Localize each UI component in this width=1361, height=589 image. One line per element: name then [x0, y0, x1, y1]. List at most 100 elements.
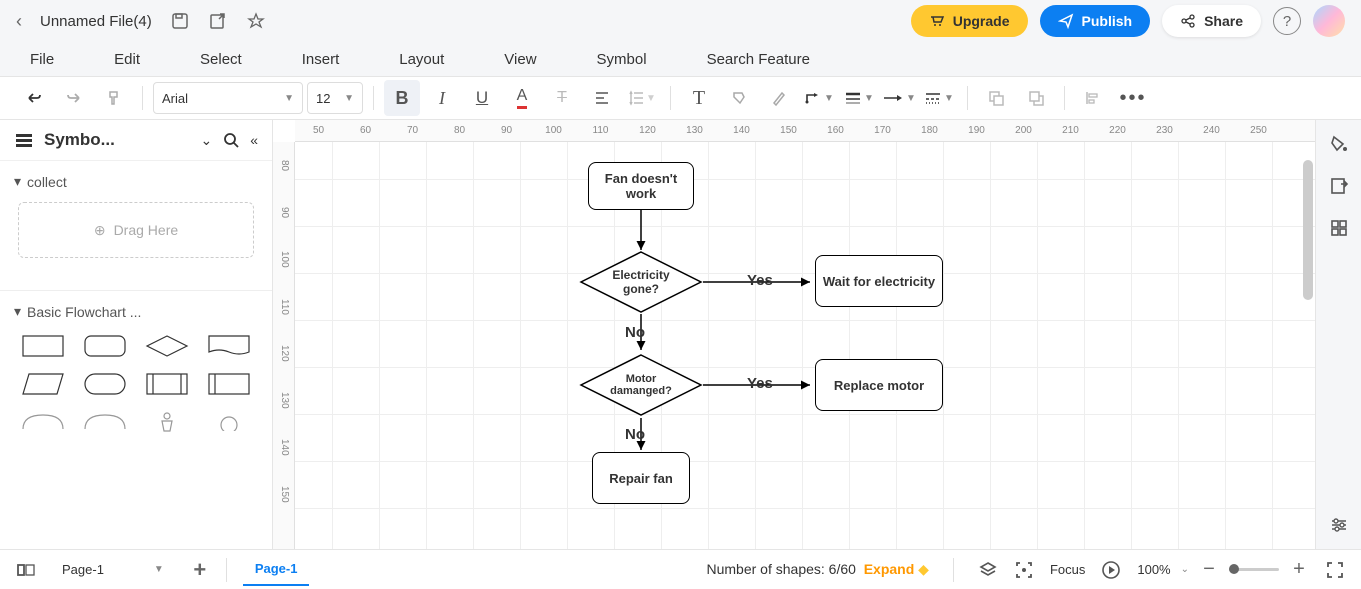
page-tab-active[interactable]: Page-1 [243, 553, 310, 586]
flowchart-decision-1[interactable]: Electricity gone? [595, 251, 687, 313]
shape-diamond[interactable] [142, 332, 192, 360]
fill-panel-icon[interactable] [1329, 134, 1349, 154]
canvas[interactable]: Fan doesn't work Electricity gone? Yes N… [295, 142, 1315, 549]
avatar[interactable] [1313, 5, 1345, 37]
underline-button[interactable]: U [464, 80, 500, 116]
italic-button[interactable]: I [424, 80, 460, 116]
flowchart-decision-2[interactable]: Motor damanged? [595, 354, 687, 416]
expand-link[interactable]: Expand [864, 561, 915, 577]
share-button[interactable]: Share [1162, 5, 1261, 37]
collect-section-toggle[interactable]: ▾collect [14, 173, 258, 190]
send-back-button[interactable] [978, 80, 1014, 116]
more-button[interactable]: ••• [1115, 80, 1151, 116]
zoom-out-button[interactable]: − [1199, 560, 1219, 580]
flowchart-section-toggle[interactable]: ▾Basic Flowchart ... [14, 303, 258, 320]
strikethrough-button[interactable]: T [544, 80, 580, 116]
label-yes-1: Yes [747, 272, 773, 289]
redo-button[interactable] [56, 80, 92, 116]
zoom-value[interactable]: 100% [1137, 562, 1170, 577]
menu-edit[interactable]: Edit [114, 51, 140, 68]
settings-panel-icon[interactable] [1329, 515, 1349, 535]
upgrade-button[interactable]: Upgrade [911, 5, 1028, 37]
focus-label[interactable]: Focus [1050, 562, 1085, 577]
chevron-down-icon: ▼ [944, 93, 954, 104]
collapse-icon[interactable]: « [250, 132, 258, 148]
shape-manual[interactable] [142, 408, 192, 436]
line-style-button[interactable]: ▼ [841, 80, 877, 116]
file-title[interactable]: Unnamed File(4) [40, 13, 152, 30]
flowchart-action-2[interactable]: Replace motor [815, 359, 943, 411]
menu-insert[interactable]: Insert [302, 51, 340, 68]
shape-ellipse-half2[interactable] [80, 408, 130, 436]
menu-select[interactable]: Select [200, 51, 242, 68]
drag-here-zone[interactable]: ⊕Drag Here [18, 202, 254, 258]
chevron-down-icon: ▼ [344, 93, 354, 104]
grid-panel-icon[interactable] [1329, 218, 1349, 238]
help-icon[interactable]: ? [1273, 7, 1301, 35]
font-select[interactable]: Arial▼ [153, 82, 303, 114]
menu-layout[interactable]: Layout [399, 51, 444, 68]
separator [142, 86, 143, 110]
bold-button[interactable]: B [384, 80, 420, 116]
menu-file[interactable]: File [30, 51, 54, 68]
menu-search-feature[interactable]: Search Feature [707, 51, 810, 68]
align-button[interactable] [584, 80, 620, 116]
shape-document[interactable] [204, 332, 254, 360]
shape-rectangle[interactable] [18, 332, 68, 360]
shape-storage[interactable] [204, 370, 254, 398]
sidebar-header: Symbo... ⌄ « [0, 120, 272, 161]
add-page-button[interactable]: + [190, 560, 210, 580]
line-pattern-button[interactable]: ▼ [921, 80, 957, 116]
double-chevron-down-icon[interactable]: ⌄ [200, 132, 212, 149]
connector-style-button[interactable]: ▼ [801, 80, 837, 116]
undo-button[interactable] [16, 80, 52, 116]
chevron-down-icon[interactable]: ⌄ [1181, 564, 1189, 575]
publish-button[interactable]: Publish [1040, 5, 1151, 37]
play-icon[interactable] [1101, 560, 1121, 580]
text-tool-button[interactable]: T [681, 80, 717, 116]
shape-ellipse-half[interactable] [18, 408, 68, 436]
arrow-style-button[interactable]: ▼ [881, 80, 917, 116]
font-size-select[interactable]: 12▼ [307, 82, 363, 114]
shape-predefined[interactable] [142, 370, 192, 398]
page-list-icon[interactable] [16, 560, 36, 580]
library-icon [14, 130, 34, 150]
shape-connector[interactable] [204, 408, 254, 436]
vertical-scrollbar[interactable] [1303, 160, 1313, 300]
flowchart-end[interactable]: Repair fan [592, 452, 690, 504]
star-icon[interactable] [246, 11, 266, 31]
fullscreen-icon[interactable] [1325, 560, 1345, 580]
flowchart-start[interactable]: Fan doesn't work [588, 162, 694, 210]
zoom-in-button[interactable]: + [1289, 560, 1309, 580]
ruler-tick: 250 [1235, 120, 1282, 141]
menu-symbol[interactable]: Symbol [597, 51, 647, 68]
font-color-button[interactable]: A [504, 80, 540, 116]
zoom-slider[interactable] [1229, 568, 1279, 571]
layers-icon[interactable] [978, 560, 998, 580]
line-spacing-button[interactable]: ▼ [624, 80, 660, 116]
bring-front-button[interactable] [1018, 80, 1054, 116]
shape-parallelogram[interactable] [18, 370, 68, 398]
shape-rounded-rect[interactable] [80, 332, 130, 360]
align-objects-button[interactable] [1075, 80, 1111, 116]
fill-color-button[interactable] [721, 80, 757, 116]
separator [226, 558, 227, 582]
font-value: Arial [162, 91, 188, 106]
line-color-button[interactable] [761, 80, 797, 116]
shape-terminator[interactable] [80, 370, 130, 398]
export-icon[interactable] [208, 11, 228, 31]
back-button[interactable]: ‹ [16, 11, 22, 32]
format-painter-button[interactable] [96, 80, 132, 116]
menu-view[interactable]: View [504, 51, 536, 68]
flowchart-action-1[interactable]: Wait for electricity [815, 255, 943, 307]
search-icon[interactable] [222, 131, 240, 149]
save-icon[interactable] [170, 11, 190, 31]
focus-target-icon[interactable] [1014, 560, 1034, 580]
label-no-2: No [625, 426, 645, 443]
ruler-tick: 60 [342, 120, 389, 141]
page-select[interactable]: Page-1▼ [52, 558, 174, 581]
flowchart-section: ▾Basic Flowchart ... [0, 290, 272, 448]
ruler-tick: 200 [1000, 120, 1047, 141]
chevron-down-icon: ▼ [864, 93, 874, 104]
export-panel-icon[interactable] [1329, 176, 1349, 196]
